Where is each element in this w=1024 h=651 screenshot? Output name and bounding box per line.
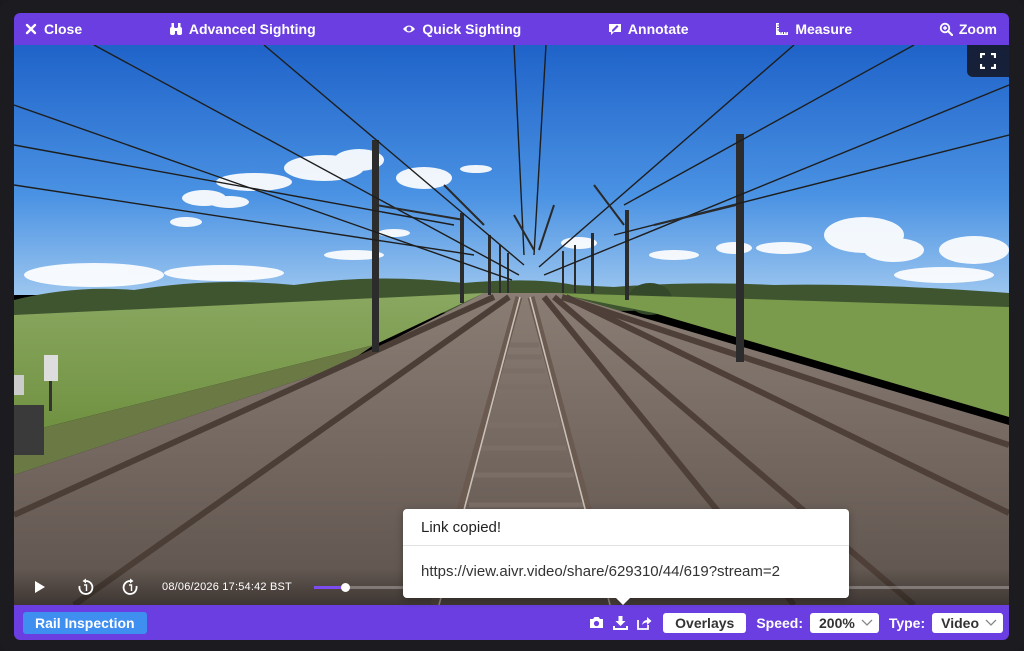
- speed-value: 200%: [819, 614, 855, 631]
- type-label: Type:: [888, 614, 926, 631]
- speed-label: Speed:: [756, 614, 803, 631]
- quick-sighting-button[interactable]: Quick Sighting: [402, 21, 521, 37]
- share-icon: [637, 617, 652, 630]
- binoculars-icon: [169, 23, 182, 35]
- zoom-button[interactable]: Zoom: [939, 21, 997, 37]
- camera-icon: [589, 617, 603, 628]
- close-button[interactable]: Close: [24, 21, 82, 37]
- fullscreen-icon: [980, 53, 996, 69]
- video-player: Close Advanced Sighting Quick Sighting A…: [14, 13, 1009, 640]
- eye-icon: [403, 25, 416, 33]
- annotate-icon: [608, 24, 621, 35]
- app-frame: Close Advanced Sighting Quick Sighting A…: [0, 0, 1024, 651]
- close-label: Close: [44, 21, 83, 37]
- popup-title: Link copied!: [403, 509, 849, 546]
- play-icon: [35, 581, 45, 593]
- bottom-toolbar: Rail Inspection Overlays Speed: 200% Typ…: [14, 605, 1009, 640]
- share-url[interactable]: https://view.aivr.video/share/629310/44/…: [403, 546, 849, 597]
- app-label-badge[interactable]: Rail Inspection: [23, 611, 147, 634]
- fullscreen-button[interactable]: [967, 45, 1009, 77]
- chevron-down-icon: [861, 619, 873, 626]
- link-copied-popup: Link copied! https://view.aivr.video/sha…: [403, 509, 849, 605]
- close-icon: [25, 23, 37, 35]
- bottom-actions: Overlays Speed: 200% Type: Video: [581, 612, 1003, 633]
- annotate-button[interactable]: Annotate: [608, 21, 689, 37]
- overlays-button[interactable]: Overlays: [663, 612, 747, 633]
- progress-handle[interactable]: [341, 583, 351, 592]
- forward-icon: [122, 578, 138, 595]
- top-toolbar: Close Advanced Sighting Quick Sighting A…: [14, 13, 1009, 45]
- zoom-in-icon: [939, 22, 953, 36]
- play-button[interactable]: [26, 573, 54, 601]
- annotate-label: Annotate: [627, 21, 689, 37]
- type-value: Video: [941, 614, 979, 631]
- rewind-button[interactable]: [72, 573, 100, 601]
- video-timestamp: 08/06/2026 17:54:42 BST: [162, 581, 292, 593]
- advanced-sighting-button[interactable]: Advanced Sighting: [169, 21, 316, 37]
- forward-button[interactable]: [116, 573, 144, 601]
- advanced-sighting-label: Advanced Sighting: [188, 21, 316, 37]
- popup-arrow: [616, 598, 630, 605]
- quick-sighting-label: Quick Sighting: [422, 21, 522, 37]
- share-button[interactable]: [635, 614, 653, 632]
- ruler-icon: [776, 23, 789, 35]
- measure-label: Measure: [795, 21, 853, 37]
- chevron-down-icon: [985, 619, 997, 626]
- type-select[interactable]: Video: [932, 612, 1003, 633]
- download-icon: [612, 616, 628, 630]
- speed-select[interactable]: 200%: [810, 612, 879, 633]
- rewind-icon: [78, 578, 94, 595]
- download-button[interactable]: [611, 614, 629, 632]
- snapshot-button[interactable]: [587, 614, 605, 632]
- measure-button[interactable]: Measure: [775, 21, 852, 37]
- zoom-label: Zoom: [958, 21, 997, 37]
